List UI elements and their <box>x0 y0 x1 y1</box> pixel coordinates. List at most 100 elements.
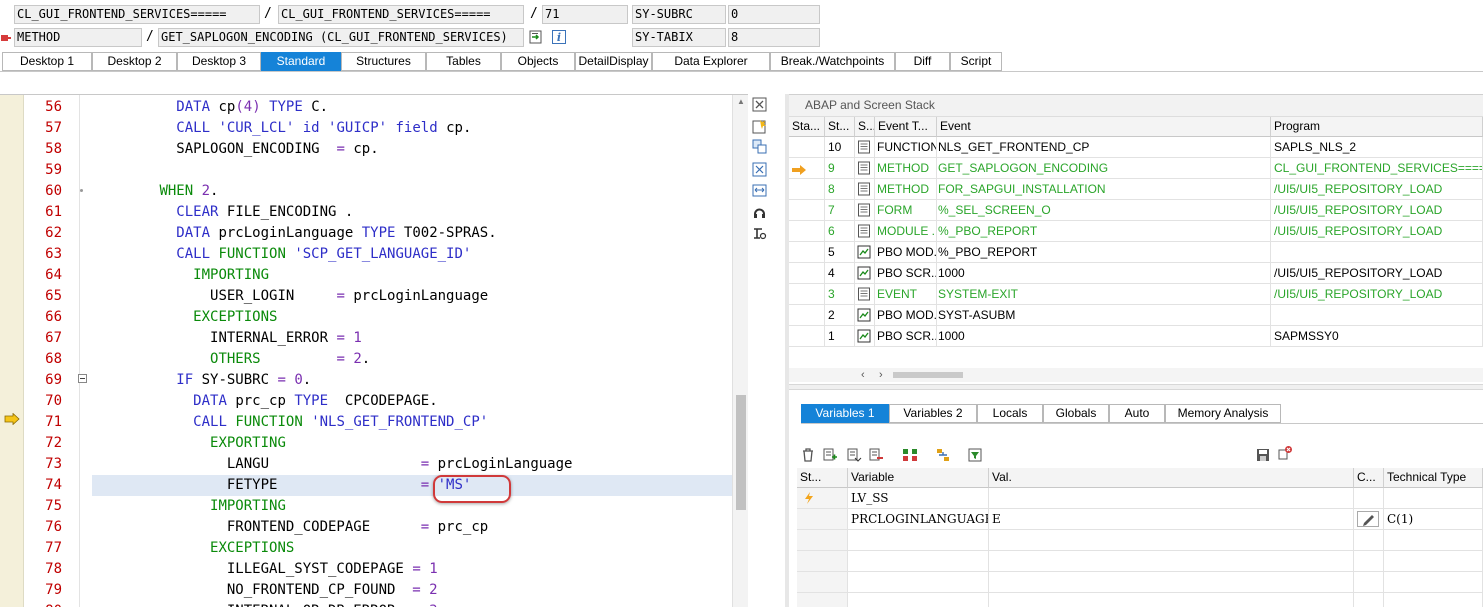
code-line[interactable]: DATA prc_cp TYPE CPCODEPAGE. <box>92 391 732 412</box>
variable-column-header[interactable]: Variable <box>848 468 989 488</box>
table-row[interactable]: 6 MODULE ... %_PBO_REPORT/UI5/UI5_REPOSITO… <box>789 221 1483 242</box>
table-row[interactable]: 4 PBO SCR... 1000/UI5/UI5_REPOSITORY_LOAD <box>789 263 1483 284</box>
stack-column-header[interactable]: Event T... <box>875 117 937 137</box>
change-value-cell[interactable] <box>1354 593 1384 607</box>
variable-column-header[interactable]: C... <box>1354 468 1384 488</box>
variable-value-cell[interactable] <box>989 593 1354 607</box>
code-line[interactable]: USER_LOGIN = prcLoginLanguage <box>92 286 732 307</box>
new-tool-icon[interactable] <box>752 119 767 134</box>
empty-row[interactable] <box>789 593 1483 607</box>
change-value-cell[interactable] <box>1354 551 1384 572</box>
stack-column-header[interactable]: St... <box>825 117 855 137</box>
code-line[interactable]: CLEAR FILE_ENCODING . <box>92 202 732 223</box>
variable-name-cell[interactable] <box>848 572 989 593</box>
table-row[interactable]: 10 FUNCTION NLS_GET_FRONTEND_CP SAPLS_NLS_2 <box>789 137 1483 158</box>
empty-row[interactable] <box>789 551 1483 572</box>
tab-desktop-1[interactable]: Desktop 1 <box>2 52 92 71</box>
code-line[interactable]: EXCEPTIONS <box>92 307 732 328</box>
table-row[interactable]: 9 METHOD GET_SAPLOGON_ENCODING CL_GUI_FRONT… <box>789 158 1483 179</box>
tab-script[interactable]: Script <box>950 52 1002 71</box>
collapse-block-icon[interactable] <box>78 374 87 383</box>
sysvar-value-field[interactable]: 0 <box>728 5 820 24</box>
scroll-left-arrow-icon[interactable]: ‹ <box>861 369 865 381</box>
variable-value-cell[interactable] <box>989 530 1354 551</box>
code-line[interactable]: SAPLOGON_ENCODING = cp. <box>92 139 732 160</box>
tab-globals[interactable]: Globals <box>1043 404 1109 423</box>
variable-value-cell[interactable]: E <box>989 509 1354 530</box>
program-field[interactable]: CL_GUI_FRONTEND_SERVICES===== <box>278 5 524 24</box>
navigate-to-source-icon[interactable] <box>528 29 544 45</box>
code-line[interactable]: FRONTEND_CODEPAGE = prc_cp <box>92 517 732 538</box>
sysvar-name-field[interactable]: SY-SUBRC <box>632 5 726 24</box>
compare-icon[interactable] <box>902 447 918 463</box>
filter-icon[interactable] <box>967 447 983 463</box>
variable-name-cell[interactable] <box>848 551 989 572</box>
code-line[interactable]: FETYPE = 'MS' <box>92 475 732 496</box>
code-line[interactable]: EXPORTING <box>92 433 732 454</box>
stack-horizontal-scrollbar[interactable]: ‹ › <box>789 368 1483 382</box>
scrollbar-thumb[interactable] <box>736 395 746 510</box>
info-icon[interactable]: i <box>551 29 567 45</box>
variable-name-cell[interactable] <box>848 593 989 607</box>
change-value-cell[interactable] <box>1354 488 1384 509</box>
table-row[interactable]: LV_SS <box>789 488 1483 509</box>
code-line[interactable]: EXCEPTIONS <box>92 538 732 559</box>
tab-desktop-3[interactable]: Desktop 3 <box>177 52 261 71</box>
table-row[interactable]: PRCLOGINLANGUAGE E C(1) <box>789 509 1483 530</box>
replace-tool-icon[interactable] <box>752 139 767 154</box>
code-line[interactable] <box>92 160 732 181</box>
code-line[interactable]: IF SY-SUBRC = 0. <box>92 370 732 391</box>
edit-pencil-icon[interactable] <box>1357 511 1379 527</box>
code-line[interactable]: LANGU = prcLoginLanguage <box>92 454 732 475</box>
tab-objects[interactable]: Objects <box>501 52 575 71</box>
tab-memory-analysis[interactable]: Memory Analysis <box>1165 404 1281 423</box>
stack-column-header[interactable]: Sta... <box>789 117 825 137</box>
services-tool-icon[interactable] <box>752 205 767 220</box>
code-line[interactable]: WHEN 2. <box>92 181 732 202</box>
code-line[interactable]: INTERNAL_ERROR = 1 <box>92 328 732 349</box>
variable-column-header[interactable]: Technical Type <box>1384 468 1483 488</box>
tab-data-explorer[interactable]: Data Explorer <box>652 52 770 71</box>
code-area[interactable]: DATA cp(4) TYPE C. CALL 'CUR_LCL' id 'GU… <box>92 95 732 607</box>
variable-column-header[interactable]: St... <box>797 468 848 488</box>
append-variable-icon[interactable] <box>846 447 862 463</box>
breakpoint-gutter[interactable] <box>0 95 24 607</box>
tab-diff[interactable]: Diff <box>895 52 950 71</box>
empty-row[interactable] <box>789 530 1483 551</box>
variable-name-cell[interactable]: LV_SS <box>848 488 989 509</box>
scroll-right-arrow-icon[interactable]: › <box>879 369 883 381</box>
type-field[interactable]: METHOD <box>14 28 142 47</box>
code-line[interactable]: CALL 'CUR_LCL' id 'GUICP' field cp. <box>92 118 732 139</box>
code-line[interactable]: INTERNAL_OR_DB_ERROR = 3 <box>92 601 732 607</box>
tab-auto[interactable]: Auto <box>1109 404 1165 423</box>
settings-tool-icon[interactable] <box>752 226 767 241</box>
code-line[interactable]: IMPORTING <box>92 496 732 517</box>
tab-desktop-2[interactable]: Desktop 2 <box>92 52 177 71</box>
tab-variables-1[interactable]: Variables 1 <box>801 404 889 423</box>
code-line[interactable]: ILLEGAL_SYST_CODEPAGE = 1 <box>92 559 732 580</box>
sysvar-name-field[interactable]: SY-TABIX <box>632 28 726 47</box>
sysvar-value-field[interactable]: 8 <box>728 28 820 47</box>
scroll-up-arrow-icon[interactable]: ▲ <box>737 97 745 106</box>
stack-column-header[interactable]: Event <box>937 117 1271 137</box>
stack-column-header[interactable]: Program <box>1271 117 1483 137</box>
stack-column-header[interactable]: S... <box>855 117 875 137</box>
close-tool-icon[interactable] <box>752 97 767 112</box>
empty-row[interactable] <box>789 572 1483 593</box>
change-value-cell[interactable] <box>1354 572 1384 593</box>
tab-standard[interactable]: Standard <box>261 52 341 71</box>
change-value-cell[interactable] <box>1354 530 1384 551</box>
table-row[interactable]: 8 METHOD FOR_SAPGUI_INSTALLATION/UI5/UI5_R… <box>789 179 1483 200</box>
variable-name-cell[interactable] <box>848 530 989 551</box>
code-line[interactable]: IMPORTING <box>92 265 732 286</box>
tab-structures[interactable]: Structures <box>341 52 426 71</box>
tab-break-watchpoints[interactable]: Break./Watchpoints <box>770 52 895 71</box>
variable-name-cell[interactable]: PRCLOGINLANGUAGE <box>848 509 989 530</box>
insert-variable-icon[interactable] <box>822 447 838 463</box>
table-row[interactable]: 1 PBO SCR... 1000 SAPMSSY0 <box>789 326 1483 347</box>
variable-value-cell[interactable] <box>989 488 1354 509</box>
code-line[interactable]: DATA cp(4) TYPE C. <box>92 97 732 118</box>
change-value-cell[interactable] <box>1354 509 1384 530</box>
table-row[interactable]: 2 PBO MOD...SYST-ASUBM <box>789 305 1483 326</box>
maximize-tool-icon[interactable] <box>752 162 767 177</box>
